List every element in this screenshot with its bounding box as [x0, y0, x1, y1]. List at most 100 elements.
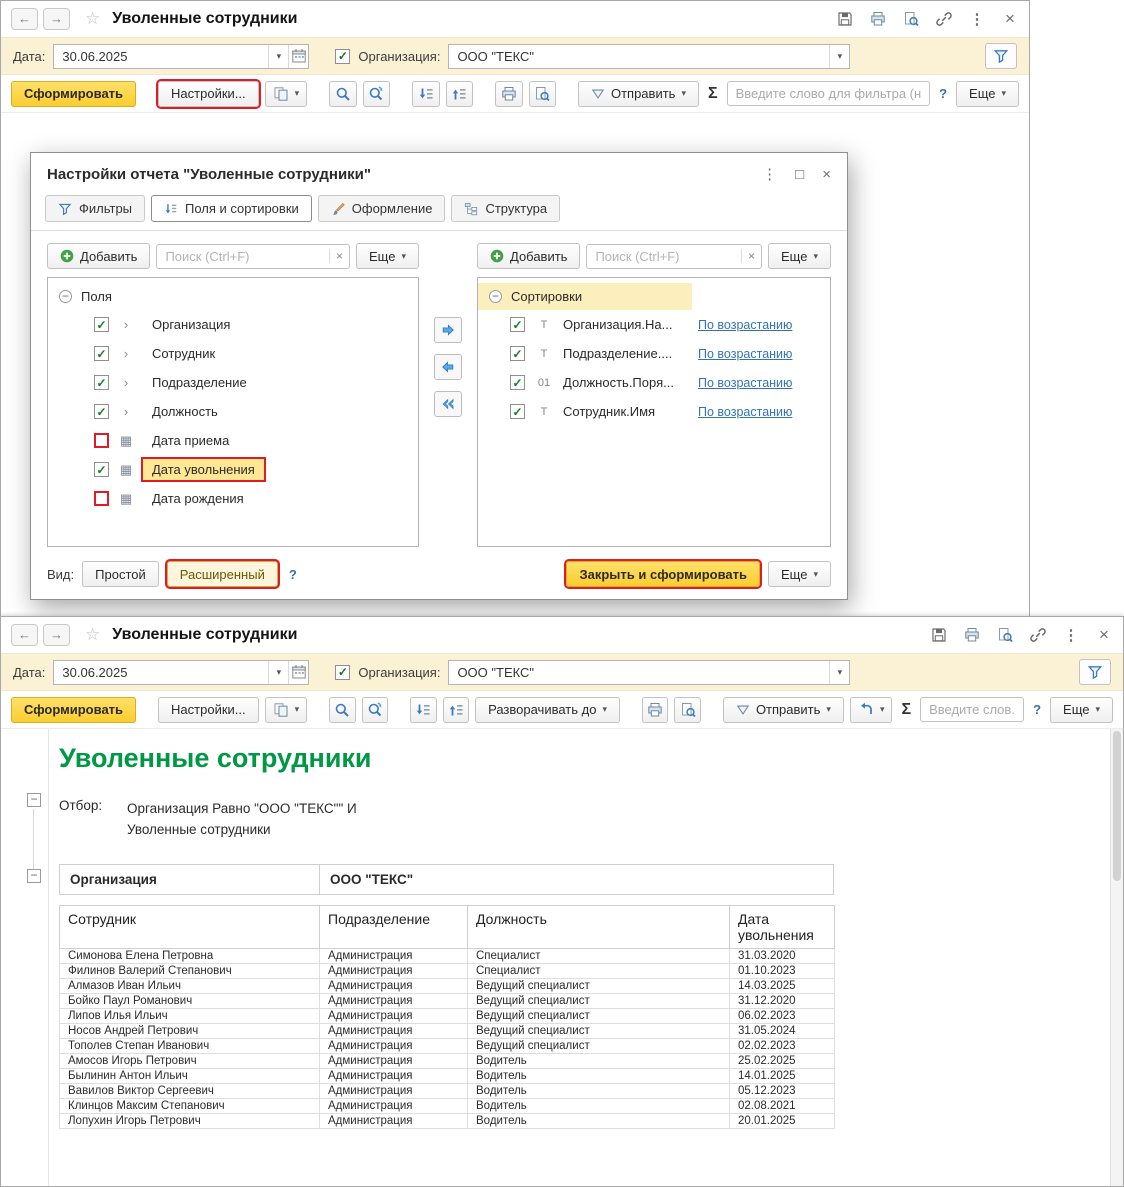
sort-ascending-button[interactable]: [442, 696, 470, 723]
maximize-icon[interactable]: □: [795, 166, 804, 183]
checkbox[interactable]: ✓: [94, 346, 109, 361]
view-advanced-button[interactable]: Расширенный: [166, 561, 278, 587]
tab-filters[interactable]: Фильтры: [45, 195, 146, 222]
table-row[interactable]: Амосов Игорь Петрович Администрация Водите…: [59, 1053, 835, 1069]
field-item[interactable]: ▦ Дата рождения: [48, 484, 418, 513]
table-row[interactable]: Липов Илья Ильич Администрация Ведущий спе…: [59, 1008, 835, 1024]
print-preview-button[interactable]: [528, 80, 556, 107]
sort-direction-link[interactable]: По возрастанию: [698, 376, 792, 390]
send-button[interactable]: Отправить ▾: [577, 80, 699, 107]
org-input[interactable]: [449, 664, 830, 680]
favorite-star-icon[interactable]: ☆: [85, 9, 100, 29]
report-variants-button[interactable]: ▾: [264, 80, 308, 107]
settings-button[interactable]: Настройки...: [158, 696, 259, 723]
move-right-button[interactable]: [434, 317, 462, 343]
sum-icon[interactable]: Σ: [901, 701, 911, 719]
field-item[interactable]: ✓ › Организация: [48, 310, 418, 339]
forward-button[interactable]: →: [43, 8, 70, 30]
back-button[interactable]: ←: [11, 8, 38, 30]
save-icon[interactable]: [836, 10, 854, 28]
sort-ascending-button[interactable]: [445, 80, 474, 107]
vertical-scrollbar[interactable]: [1110, 729, 1123, 1186]
collapse-icon[interactable]: −: [489, 290, 502, 303]
search-button[interactable]: [329, 80, 357, 107]
sorting-root-row[interactable]: − Сортировки: [478, 283, 692, 310]
calendar-button[interactable]: [288, 44, 308, 68]
table-row[interactable]: Носов Андрей Петрович Администрация Ведущи…: [59, 1023, 835, 1039]
more-menu-icon[interactable]: ⋮: [762, 165, 777, 183]
sort-item[interactable]: ✓ T Подразделение.... По возрастанию: [478, 339, 830, 368]
field-item[interactable]: ✓ › Сотрудник: [48, 339, 418, 368]
print-icon[interactable]: [869, 10, 887, 28]
table-row[interactable]: Филинов Валерий Степанович Администрация С…: [59, 963, 835, 979]
send-button[interactable]: Отправить ▾: [722, 696, 844, 723]
field-item[interactable]: ▦ Дата приема: [48, 426, 418, 455]
link-icon[interactable]: [935, 10, 953, 28]
date-input[interactable]: [54, 664, 269, 680]
move-all-left-button[interactable]: [434, 391, 462, 417]
checkbox[interactable]: ✓: [510, 404, 525, 419]
scrollbar-thumb[interactable]: [1113, 731, 1121, 881]
table-row[interactable]: Лопухин Игорь Петрович Администрация Водит…: [59, 1113, 835, 1129]
org-input[interactable]: [449, 48, 830, 64]
column-header-employee[interactable]: Сотрудник: [59, 905, 320, 949]
checkbox[interactable]: [94, 491, 109, 506]
table-row[interactable]: Симонова Елена Петровна Администрация Спец…: [59, 948, 835, 964]
checkbox[interactable]: [94, 433, 109, 448]
table-row[interactable]: Бойко Паул Романович Администрация Ведущий…: [59, 993, 835, 1009]
checkbox[interactable]: ✓: [510, 346, 525, 361]
date-dropdown-button[interactable]: ▾: [268, 660, 288, 684]
organization-group-row[interactable]: Организация ООО "ТЕКС": [59, 864, 834, 895]
sort-item[interactable]: ✓ 01 Должность.Поря... По возрастанию: [478, 368, 830, 397]
generate-button[interactable]: Сформировать: [11, 696, 137, 723]
checkbox[interactable]: ✓: [94, 404, 109, 419]
collapse-group-icon[interactable]: −: [27, 793, 41, 807]
sort-descending-button[interactable]: [412, 80, 440, 107]
sorting-search-input[interactable]: [587, 248, 742, 264]
sort-item[interactable]: ✓ T Организация.На... По возрастанию: [478, 310, 830, 339]
org-dropdown-button[interactable]: ▾: [829, 660, 849, 684]
help-link[interactable]: ?: [1033, 702, 1041, 717]
more-menu-icon[interactable]: ⋮: [968, 10, 986, 28]
sort-item[interactable]: ✓ T Сотрудник.Имя По возрастанию: [478, 397, 830, 426]
print-preview-button[interactable]: [674, 696, 701, 723]
checkbox[interactable]: ✓: [510, 375, 525, 390]
quick-filter-input[interactable]: [920, 697, 1025, 722]
add-sorting-button[interactable]: Добавить: [477, 243, 581, 269]
table-row[interactable]: Клинцов Максим Степанович Администрация Во…: [59, 1098, 835, 1114]
table-row[interactable]: Вавилов Виктор Сергеевич Администрация Вод…: [59, 1083, 835, 1099]
sorting-more-button[interactable]: Еще ▾: [768, 243, 831, 269]
checkbox[interactable]: ✓: [94, 462, 109, 477]
help-link[interactable]: ?: [289, 567, 297, 582]
back-button[interactable]: ←: [11, 624, 38, 646]
print-preview-icon[interactable]: [996, 626, 1014, 644]
dialog-more-button[interactable]: Еще ▾: [768, 561, 831, 587]
clear-search-icon[interactable]: ×: [329, 249, 349, 263]
table-row[interactable]: Тополев Степан Иванович Администрация Веду…: [59, 1038, 835, 1054]
save-icon[interactable]: [930, 626, 948, 644]
drill-down-button[interactable]: ▾: [849, 696, 893, 723]
close-icon[interactable]: ×: [822, 166, 831, 183]
tab-fields-and-sorting[interactable]: Поля и сортировки: [151, 195, 312, 222]
quick-filter-input[interactable]: [726, 81, 931, 106]
filter-settings-button[interactable]: [1079, 659, 1111, 685]
column-header-position[interactable]: Должность: [467, 905, 730, 949]
more-button[interactable]: Еще ▾: [1050, 696, 1114, 723]
org-dropdown-button[interactable]: ▾: [829, 44, 849, 68]
move-left-button[interactable]: [434, 354, 462, 380]
fields-root-row[interactable]: − Поля: [48, 283, 418, 310]
link-icon[interactable]: [1029, 626, 1047, 644]
collapse-group-icon[interactable]: −: [27, 869, 41, 883]
print-icon[interactable]: [963, 626, 981, 644]
field-item[interactable]: ✓ › Подразделение: [48, 368, 418, 397]
date-input[interactable]: [54, 48, 269, 64]
sum-icon[interactable]: Σ: [708, 85, 718, 103]
sort-direction-link[interactable]: По возрастанию: [698, 318, 792, 332]
view-simple-button[interactable]: Простой: [82, 561, 159, 587]
field-item[interactable]: ✓ › Должность: [48, 397, 418, 426]
collapse-icon[interactable]: −: [59, 290, 72, 303]
close-and-generate-button[interactable]: Закрыть и сформировать: [566, 561, 761, 587]
calendar-button[interactable]: [288, 660, 308, 684]
sort-direction-link[interactable]: По возрастанию: [698, 347, 792, 361]
repeat-search-button[interactable]: [362, 80, 391, 107]
